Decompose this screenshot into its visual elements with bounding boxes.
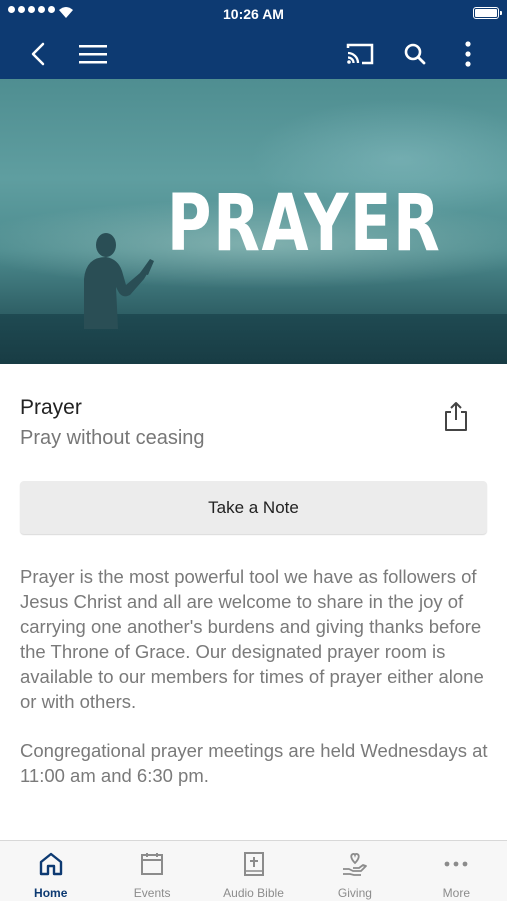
description-paragraph: Prayer is the most powerful tool we have… xyxy=(20,566,484,712)
back-button[interactable] xyxy=(16,28,60,79)
bible-icon xyxy=(243,852,264,876)
tab-label: Audio Bible xyxy=(223,886,284,900)
back-chevron-icon xyxy=(31,42,45,65)
tab-audio-bible[interactable]: Audio Bible xyxy=(203,841,304,901)
calendar-icon xyxy=(141,853,164,875)
page-title: Prayer xyxy=(20,396,82,419)
top-nav-bar xyxy=(0,28,507,79)
page-subtitle: Pray without ceasing xyxy=(20,427,205,449)
tab-label: Events xyxy=(133,886,171,900)
take-a-note-button[interactable]: Take a Note xyxy=(20,481,487,534)
giving-icon xyxy=(342,853,367,876)
tab-label: More xyxy=(442,886,470,900)
hamburger-menu-icon xyxy=(79,44,107,63)
tab-label: Home xyxy=(34,886,68,900)
tab-home[interactable]: Home xyxy=(0,841,101,901)
description-text: Prayer is the most powerful tool we have… xyxy=(20,564,490,812)
tab-events[interactable]: Events xyxy=(101,841,202,901)
tab-more[interactable]: More xyxy=(406,841,507,901)
hero-title: PRAYER xyxy=(166,179,442,269)
status-bar: 10:26 AM xyxy=(0,0,507,28)
menu-button[interactable] xyxy=(71,28,115,79)
more-icon xyxy=(444,861,468,867)
cast-button[interactable] xyxy=(338,28,382,79)
search-button[interactable] xyxy=(393,28,437,79)
status-time: 10:26 AM xyxy=(223,6,284,22)
share-button[interactable] xyxy=(443,400,471,434)
bottom-tab-bar: Home Events Audio Bible Giving More xyxy=(0,840,507,901)
tab-label: Giving xyxy=(337,886,372,900)
tab-giving[interactable]: Giving xyxy=(304,841,405,901)
vertical-dots-icon xyxy=(465,40,471,67)
search-icon xyxy=(404,43,426,64)
cast-icon xyxy=(346,43,374,64)
battery-icon xyxy=(473,7,502,19)
description-paragraph: Congregational prayer meetings are held … xyxy=(20,740,488,786)
more-options-button[interactable] xyxy=(446,28,490,79)
hero-banner: PRAYER xyxy=(0,79,507,364)
home-icon xyxy=(39,852,62,876)
share-icon xyxy=(445,402,467,431)
